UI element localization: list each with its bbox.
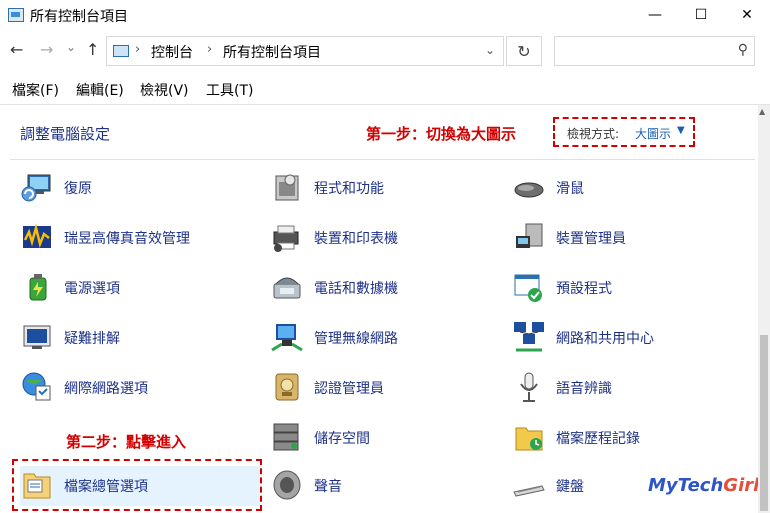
breadcrumb-all-items[interactable]: 所有控制台項目 [223,42,321,62]
phone-icon [273,277,301,299]
audio-manager-icon [23,223,51,249]
annotation-highlight-box [12,459,262,511]
item-label: 復原 [64,181,92,197]
control-panel-content: 調整電腦設定 第一步：切換為大圖示 檢視方式: 大圖示 ▼ 復原 程式和功能 滑… [0,104,770,513]
breadcrumb-separator[interactable]: › [207,42,212,57]
item-label: 網際網路選項 [64,381,148,397]
item-wireless-networks[interactable]: 管理無線網路 [270,318,510,358]
search-input[interactable]: ⚲ [554,36,755,66]
item-internet-options[interactable]: 網際網路選項 [20,368,260,408]
device-manager-icon [516,223,543,248]
item-speech-recognition[interactable]: 語音辨識 [512,368,752,408]
page-title: 調整電腦設定 [20,125,111,143]
item-label: 疑難排解 [64,331,120,347]
item-devices-printers[interactable]: 裝置和印表機 [270,218,510,258]
item-label: 檔案歷程記錄 [556,431,640,447]
item-label: 語音辨識 [556,381,612,397]
item-label: 鍵盤 [556,479,584,495]
search-icon: ⚲ [737,42,748,58]
scrollbar-thumb[interactable] [760,335,768,511]
address-dropdown-icon[interactable]: ⌄ [485,43,495,57]
item-credential-manager[interactable]: 認證管理員 [270,368,510,408]
control-panel-icon [113,45,129,57]
item-programs-features[interactable]: 程式和功能 [270,168,510,208]
item-label: 裝置和印表機 [314,231,398,247]
view-by-value[interactable]: 大圖示 [635,125,671,142]
address-field[interactable]: › 控制台 › 所有控制台項目 ⌄ [106,36,504,66]
annotation-step1: 第一步：切換為大圖示 [366,125,517,143]
item-label: 管理無線網路 [314,331,398,347]
item-default-programs[interactable]: 預設程式 [512,268,752,308]
item-label: 滑鼠 [556,181,584,197]
item-label: 電話和數據機 [314,281,398,297]
network-sharing-icon [514,322,544,352]
view-by-label: 檢視方式: [567,127,620,141]
control-panel-icon [8,8,24,22]
refresh-button[interactable]: ↻ [506,36,542,66]
chevron-down-icon[interactable]: ▼ [677,125,685,136]
menu-bar: 檔案(F) 編輯(E) 檢視(V) 工具(T) [0,76,770,102]
recent-locations-button[interactable]: ⌄ [66,40,76,54]
keyboard-icon [513,485,545,497]
storage-icon [273,423,299,451]
maximize-button[interactable]: ☐ [678,0,724,30]
breadcrumb-separator[interactable]: › [135,42,140,57]
printer-icon [273,225,299,252]
mouse-icon [514,182,544,198]
menu-tools[interactable]: 工具(T) [206,80,253,100]
window-title: 所有控制台項目 [30,9,128,25]
credential-icon [275,373,299,401]
globe-icon [22,372,51,401]
item-power-options[interactable]: 電源選項 [20,268,260,308]
recovery-icon [21,174,51,202]
item-label: 程式和功能 [314,181,384,197]
title-bar: 所有控制台項目 — ☐ ✕ [0,0,770,30]
annotation-step2: 第二步：點擊進入 [66,433,187,451]
up-button[interactable]: ↑ [86,40,99,59]
item-label: 預設程式 [556,281,612,297]
view-by-selector[interactable]: 檢視方式: 大圖示 ▼ [553,117,695,147]
power-icon [29,274,47,301]
forward-button[interactable]: → [40,40,53,59]
item-network-sharing-center[interactable]: 網路和共用中心 [512,318,752,358]
item-label: 認證管理員 [314,381,384,397]
scroll-up-icon[interactable]: ▲ [759,107,765,116]
item-sound[interactable]: 聲音 [270,466,510,506]
item-recovery[interactable]: 復原 [20,168,260,208]
item-label: 瑞昱高傳真音效管理 [64,231,190,247]
watermark-logo: MyTechGirl [648,475,760,496]
back-button[interactable]: ← [10,40,23,59]
item-storage-spaces[interactable]: 儲存空間 [270,418,510,458]
item-phone-modem[interactable]: 電話和數據機 [270,268,510,308]
item-label: 電源選項 [64,281,120,297]
wireless-network-icon [271,324,303,352]
vertical-scrollbar[interactable]: ▲ [758,105,770,513]
minimize-button[interactable]: — [632,0,678,30]
programs-icon [275,174,299,201]
troubleshooting-icon [23,325,51,349]
item-realtek-audio[interactable]: 瑞昱高傳真音效管理 [20,218,260,258]
address-bar: ← → ⌄ ↑ › 控制台 › 所有控制台項目 ⌄ ↻ ⚲ [0,30,770,72]
item-mouse[interactable]: 滑鼠 [512,168,752,208]
item-troubleshooting[interactable]: 疑難排解 [20,318,260,358]
item-label: 裝置管理員 [556,231,626,247]
item-device-manager[interactable]: 裝置管理員 [512,218,752,258]
close-button[interactable]: ✕ [724,0,770,30]
menu-view[interactable]: 檢視(V) [140,80,189,100]
default-programs-icon [514,274,542,302]
breadcrumb-control-panel[interactable]: 控制台 [151,42,193,62]
menu-edit[interactable]: 編輯(E) [76,80,124,100]
file-history-icon [515,427,543,451]
item-label: 儲存空間 [314,431,370,447]
menu-file[interactable]: 檔案(F) [12,80,59,100]
item-file-history[interactable]: 檔案歷程記錄 [512,418,752,458]
speaker-icon [273,470,301,500]
item-label: 聲音 [314,479,342,495]
microphone-icon [520,372,538,402]
divider [10,159,755,160]
item-label: 網路和共用中心 [556,331,654,347]
